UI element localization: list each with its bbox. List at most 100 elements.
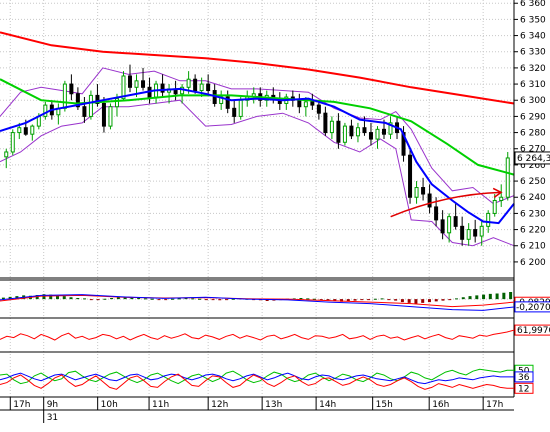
histogram-bar [150, 298, 154, 300]
oscillator-2-label: 61,9970 [517, 326, 550, 336]
histogram-bar [164, 299, 168, 301]
oscillator-2-line [0, 329, 515, 341]
x-tick-label: 16h [432, 400, 449, 410]
candle-body [134, 80, 139, 88]
histogram-bar [448, 299, 452, 301]
histogram-bar [488, 293, 492, 300]
x-tick-label: 13h [265, 400, 282, 410]
candle-body [316, 104, 321, 114]
candle-body [23, 127, 28, 135]
histogram-bar [387, 299, 391, 301]
histogram-bar [198, 298, 202, 300]
x-tick-label: 17h [13, 400, 30, 410]
histogram-bar [360, 299, 364, 301]
candle-body [382, 128, 386, 135]
candle-body [440, 219, 445, 234]
histogram-bar [299, 298, 303, 300]
candle-body [69, 83, 74, 95]
histogram-bar [1, 297, 5, 300]
histogram-bar [225, 299, 229, 301]
x-tick-label: 11h [152, 400, 169, 410]
candle-body [10, 132, 15, 153]
x-tick-label: 14h [319, 400, 336, 410]
histogram-bar [89, 299, 93, 301]
candle-body [186, 78, 191, 88]
candle-body [238, 99, 243, 117]
histogram-bar [218, 299, 222, 301]
oscillator-3-label: 12 [518, 384, 529, 394]
histogram-bar [96, 299, 100, 301]
candle-body [82, 106, 87, 117]
candle-body [43, 104, 48, 117]
y-tick-label: 6 330 [520, 48, 546, 58]
candle-body [199, 83, 204, 92]
candle-body [492, 199, 497, 214]
histogram-bar [441, 299, 445, 301]
candle-body [473, 229, 478, 237]
candle-body [362, 127, 367, 134]
candle-body [453, 216, 458, 227]
histogram-bar [204, 299, 208, 301]
band-lower-line [0, 99, 515, 247]
y-tick-label: 6 310 [520, 80, 546, 90]
y-tick-label: 6 230 [520, 209, 546, 219]
ma-short-line [0, 87, 515, 225]
oscillator-2-panel: 61,9970 [0, 317, 550, 341]
candle-body [466, 229, 471, 240]
candle-body [355, 127, 360, 137]
candle-body [297, 99, 302, 108]
y-tick-label: 6 320 [520, 64, 546, 74]
histogram-bar [110, 298, 114, 300]
y-tick-label: 6 290 [520, 112, 546, 122]
histogram-bar [495, 293, 499, 300]
candle-body [479, 225, 484, 237]
histogram-bar [211, 299, 215, 301]
x-tick-label: 15h [376, 400, 393, 410]
histogram-bar [191, 298, 195, 300]
histogram-bar [143, 298, 147, 300]
candle-body [421, 187, 426, 195]
candle-body [4, 151, 9, 158]
macd-line [0, 294, 515, 311]
histogram-bar [468, 296, 472, 300]
histogram-bar [83, 298, 87, 300]
candle-body [101, 102, 106, 127]
histogram-bar [62, 296, 66, 300]
candle-body [349, 125, 354, 137]
histogram-bar [157, 299, 161, 301]
candle-body [30, 125, 35, 135]
histogram-bar [400, 299, 404, 303]
x-tick-label: 12h [211, 400, 228, 410]
candle-body [499, 196, 504, 201]
y-tick-label: 6 220 [520, 226, 546, 236]
y-tick-label: 6 210 [520, 242, 546, 252]
date-label: 31 [47, 413, 58, 423]
y-tick-label: 6 360 [520, 0, 546, 9]
price-chart: 6 360 6 350 6 340 6 330 6 320 6 310 6 300 6 290… [0, 0, 550, 423]
candle-body [486, 212, 491, 227]
histogram-bar [380, 298, 384, 300]
candle-body [460, 225, 465, 240]
histogram-bar [367, 299, 371, 301]
histogram-bar [455, 298, 459, 300]
histogram-bar [434, 299, 438, 302]
macd-panel: -0,0829-0,2070 [0, 279, 550, 313]
histogram-bar [103, 298, 107, 300]
histogram-bar [414, 299, 418, 304]
candle-body [17, 127, 22, 134]
histogram-bar [76, 298, 80, 300]
candle-body [193, 78, 198, 92]
candle-body [62, 83, 67, 109]
macd-value-label: -0,2070 [516, 303, 550, 313]
x-tick-label: 9h [47, 400, 58, 410]
y-tick-label: 6 200 [520, 258, 546, 268]
histogram-bar [306, 298, 310, 300]
candle-body [88, 94, 93, 117]
candle-body [114, 98, 119, 108]
candle-body [108, 106, 113, 127]
candle-body [414, 187, 419, 198]
candle-body [342, 125, 347, 143]
candle-body [323, 112, 328, 134]
histogram-bar [353, 299, 357, 301]
histogram-bar [482, 294, 486, 300]
